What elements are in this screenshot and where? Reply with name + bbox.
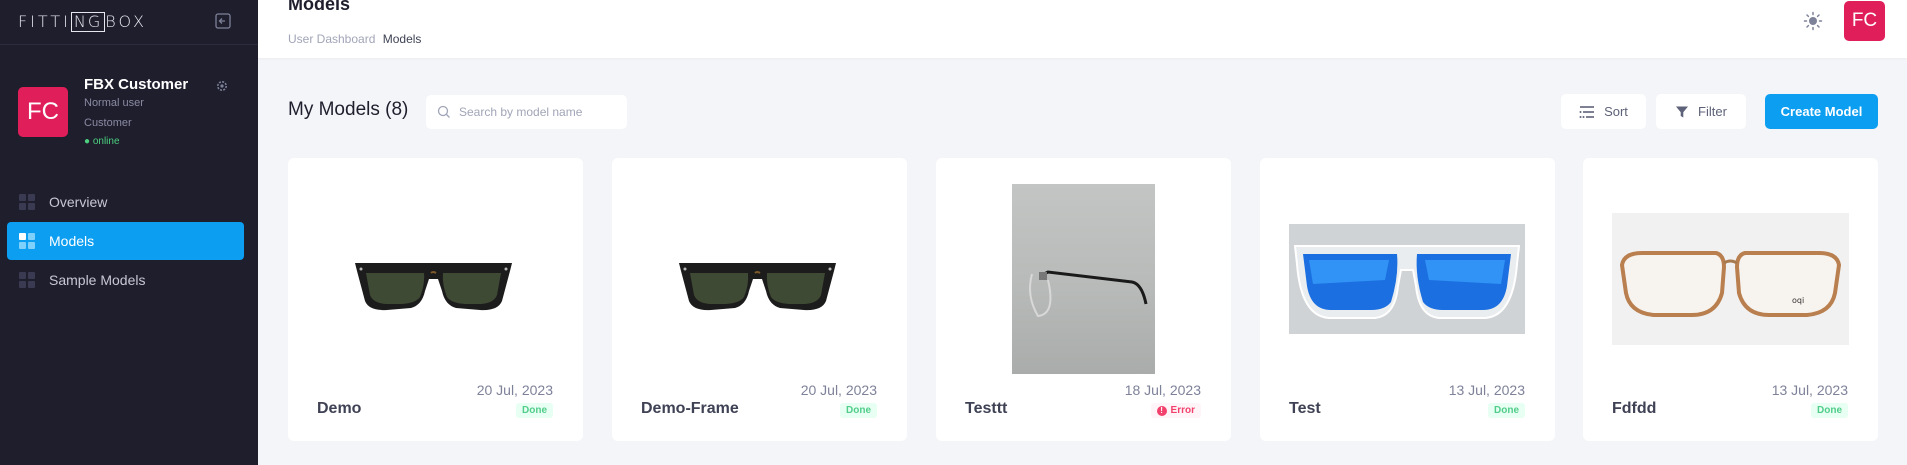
model-date: 20 Jul, 2023 (800, 382, 877, 398)
model-name: Testtt (965, 400, 1008, 417)
model-name: Demo-Frame (641, 400, 739, 417)
model-date: 20 Jul, 2023 (476, 382, 553, 398)
collapse-sidebar-icon[interactable] (214, 12, 232, 30)
online-status: ● online (84, 136, 120, 147)
model-date: 18 Jul, 2023 (1124, 382, 1201, 398)
model-card[interactable]: Test 13 Jul, 2023 Done (1260, 158, 1555, 441)
breadcrumb: User Dashboard Models (288, 32, 421, 46)
model-thumbnail: oqi (1612, 213, 1849, 345)
avatar[interactable]: FC (18, 87, 68, 137)
model-card[interactable]: Demo 20 Jul, 2023 Done (288, 158, 583, 441)
sort-label: Sort (1604, 104, 1628, 119)
sort-icon (1579, 105, 1595, 118)
grid-icon (19, 272, 35, 288)
model-thumbnail (1012, 184, 1155, 374)
status-badge: Done (516, 403, 553, 418)
model-name: Test (1289, 400, 1321, 417)
filter-button[interactable]: Filter (1656, 94, 1746, 129)
grid-icon (19, 233, 35, 249)
status-badge: Done (1811, 403, 1848, 418)
filter-label: Filter (1698, 104, 1727, 119)
user-name: FBX Customer (84, 76, 189, 93)
user-type: Customer (84, 117, 132, 129)
status-badge: ! Error (1150, 403, 1201, 418)
fittingbox-logo[interactable]: FITTI NG BOX (18, 12, 147, 32)
sun-icon[interactable] (1803, 11, 1823, 31)
models-count-title: My Models (8) (288, 99, 409, 120)
sidebar-item-label: Overview (49, 194, 108, 210)
model-card[interactable]: Demo-Frame 20 Jul, 2023 Done (612, 158, 907, 441)
model-thumbnail (1289, 224, 1525, 334)
filter-icon (1676, 106, 1689, 117)
top-header: Models User Dashboard Models FC (258, 0, 1907, 58)
sidebar-item-models[interactable]: Models (7, 222, 244, 260)
sidebar-item-sample-models[interactable]: Sample Models (7, 261, 244, 299)
user-avatar-button[interactable]: FC (1844, 1, 1885, 41)
sidebar-item-overview[interactable]: Overview (7, 183, 244, 221)
sidebar-divider (0, 44, 258, 45)
sidebar-item-label: Models (49, 233, 95, 249)
status-label: Error (1170, 405, 1195, 416)
model-thumbnail (679, 263, 836, 311)
page-title: Models (288, 0, 351, 14)
model-date: 13 Jul, 2023 (1448, 382, 1525, 398)
create-model-button[interactable]: Create Model (1765, 94, 1878, 129)
breadcrumb-current: Models (382, 32, 422, 46)
model-name: Fdfdd (1612, 400, 1657, 417)
gear-icon[interactable] (216, 79, 228, 91)
search-icon (437, 105, 450, 118)
user-role: Normal user (84, 97, 144, 109)
error-icon: ! (1156, 405, 1167, 416)
search-box[interactable] (426, 95, 627, 129)
status-badge: Done (840, 403, 877, 418)
breadcrumb-link-user-dashboard[interactable]: User Dashboard (288, 32, 375, 46)
sidebar-item-label: Sample Models (49, 272, 146, 288)
status-badge: Done (1488, 403, 1525, 418)
search-input[interactable] (459, 105, 619, 119)
model-thumbnail (355, 263, 512, 311)
sidebar: FITTI NG BOX FC FBX Customer Normal user C… (0, 0, 258, 465)
grid-icon (19, 194, 35, 210)
model-card[interactable]: oqi Fdfdd 13 Jul, 2023 Done (1583, 158, 1878, 441)
svg-text:oqi: oqi (1792, 296, 1804, 305)
sort-button[interactable]: Sort (1561, 94, 1646, 129)
model-date: 13 Jul, 2023 (1771, 382, 1848, 398)
model-card[interactable]: Testtt 18 Jul, 2023 ! Error (936, 158, 1231, 441)
model-name: Demo (317, 400, 362, 417)
